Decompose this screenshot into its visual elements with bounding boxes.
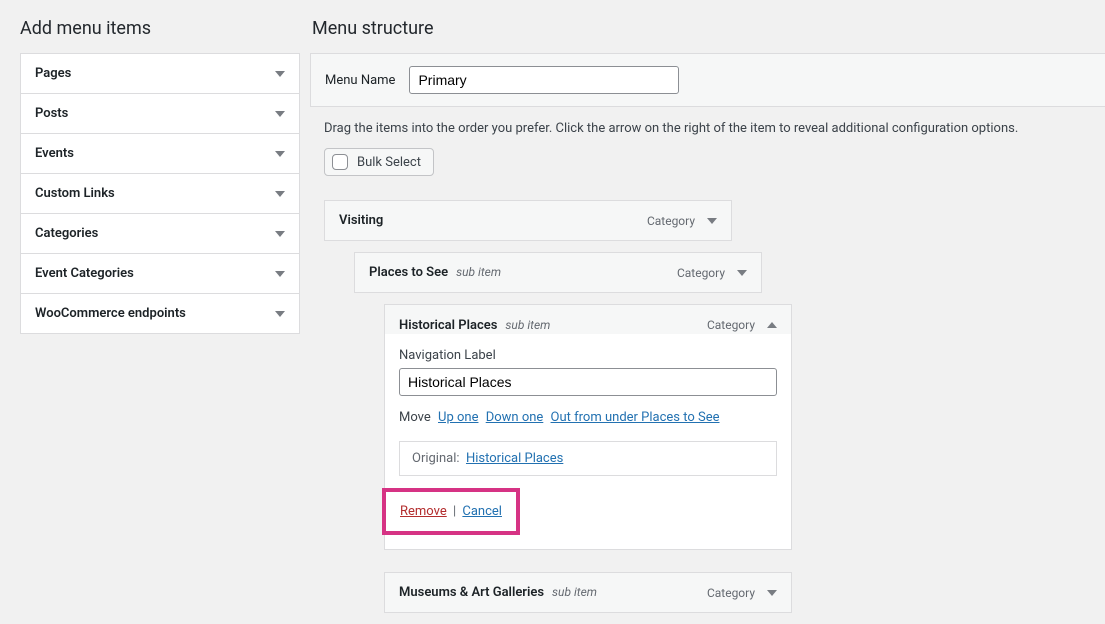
move-label: Move xyxy=(399,410,431,425)
move-down-link[interactable]: Down one xyxy=(486,410,544,425)
accordion-label: Categories xyxy=(35,226,98,241)
add-items-heading: Add menu items xyxy=(20,18,300,39)
bulk-select-toggle[interactable]: Bulk Select xyxy=(324,148,434,176)
remove-link[interactable]: Remove xyxy=(400,504,447,519)
menu-item-visiting[interactable]: Visiting Category xyxy=(324,200,732,241)
menu-item-type: Category xyxy=(707,586,755,600)
menu-item-title: Places to See xyxy=(369,265,448,280)
menu-name-label: Menu Name xyxy=(325,73,395,88)
move-row: Move Up one Down one Out from under Plac… xyxy=(399,410,777,425)
accordion-label: Event Categories xyxy=(35,266,134,281)
accordion-custom-links[interactable]: Custom Links xyxy=(21,174,299,214)
menu-item-subtext: sub item xyxy=(505,318,550,332)
accordion-woocommerce-endpoints[interactable]: WooCommerce endpoints xyxy=(21,294,299,333)
accordion-pages[interactable]: Pages xyxy=(21,54,299,94)
chevron-down-icon xyxy=(275,271,285,277)
accordion-posts[interactable]: Posts xyxy=(21,94,299,134)
accordion-label: Custom Links xyxy=(35,186,115,201)
accordion-event-categories[interactable]: Event Categories xyxy=(21,254,299,294)
menu-name-input[interactable] xyxy=(409,66,679,94)
chevron-down-icon xyxy=(275,151,285,157)
chevron-down-icon xyxy=(275,191,285,197)
chevron-down-icon[interactable] xyxy=(737,270,747,276)
original-box: Original: Historical Places xyxy=(399,441,777,476)
accordion-label: Posts xyxy=(35,106,68,121)
accordion-label: Events xyxy=(35,146,74,161)
accordion-label: WooCommerce endpoints xyxy=(35,306,186,321)
menu-item-subtext: sub item xyxy=(456,265,501,279)
accordion-categories[interactable]: Categories xyxy=(21,214,299,254)
menu-item-museums-art-galleries[interactable]: Museums & Art Galleries sub item Categor… xyxy=(384,572,792,613)
move-out-link[interactable]: Out from under Places to See xyxy=(551,410,720,425)
original-link[interactable]: Historical Places xyxy=(466,451,563,466)
nav-label-input[interactable] xyxy=(399,368,777,396)
chevron-up-icon[interactable] xyxy=(767,322,777,328)
original-label: Original: xyxy=(412,451,460,466)
menu-item-title: Museums & Art Galleries xyxy=(399,585,544,600)
menu-item-type: Category xyxy=(677,266,725,280)
move-up-link[interactable]: Up one xyxy=(438,410,478,425)
menu-item-edit-panel: Navigation Label Move Up one Down one Ou… xyxy=(384,334,792,550)
chevron-down-icon[interactable] xyxy=(707,218,717,224)
accordion-label: Pages xyxy=(35,66,71,81)
chevron-down-icon[interactable] xyxy=(767,590,777,596)
accordion-events[interactable]: Events xyxy=(21,134,299,174)
remove-cancel-highlight: Remove | Cancel xyxy=(382,488,520,535)
menu-item-subtext: sub item xyxy=(552,585,597,599)
nav-label-caption: Navigation Label xyxy=(399,348,777,363)
menu-item-title: Visiting xyxy=(339,213,383,228)
instructions-text: Drag the items into the order you prefer… xyxy=(324,121,1091,136)
bulk-select-label: Bulk Select xyxy=(357,155,421,170)
chevron-down-icon xyxy=(275,311,285,317)
chevron-down-icon xyxy=(275,111,285,117)
menu-item-places-to-see[interactable]: Places to See sub item Category xyxy=(354,252,762,293)
chevron-down-icon xyxy=(275,71,285,77)
menu-name-bar: Menu Name xyxy=(310,53,1105,107)
separator: | xyxy=(453,504,456,519)
menu-item-type: Category xyxy=(707,318,755,332)
add-items-accordion: Pages Posts Events Custom Links Categori… xyxy=(20,53,300,334)
menu-structure-heading: Menu structure xyxy=(310,18,1105,39)
checkbox-icon[interactable] xyxy=(332,154,348,170)
cancel-link[interactable]: Cancel xyxy=(462,504,502,519)
menu-item-title: Historical Places xyxy=(399,318,497,333)
menu-item-type: Category xyxy=(647,214,695,228)
chevron-down-icon xyxy=(275,231,285,237)
